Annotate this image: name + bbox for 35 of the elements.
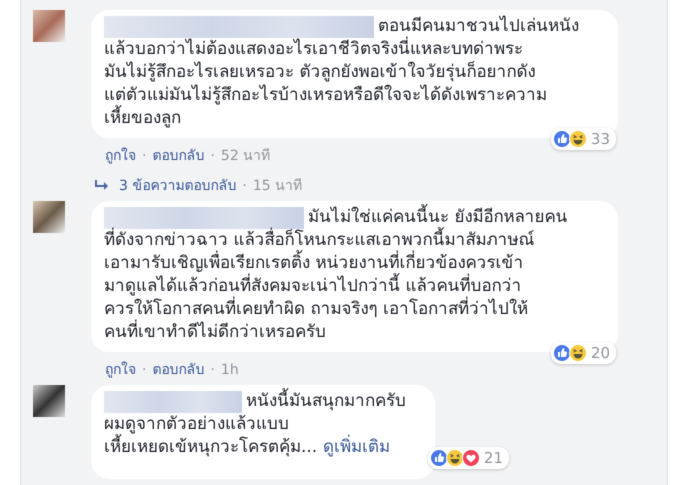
comment-text: หนังนี้มันสนุกมากครับ bbox=[246, 390, 406, 413]
separator-dot: · bbox=[242, 177, 247, 195]
comment-text: มันไม่รู้สึกอะไรเลยเหรอวะ ตัวลูกยังพอเข้าใจวัยรุ่นก็อยากดัง bbox=[104, 61, 536, 84]
laughing-face-icon bbox=[568, 344, 587, 362]
comment-text: เหี้ยเหยดเข้หนุกวะโครตคุ้ม... bbox=[104, 436, 318, 459]
separator-dot: · bbox=[210, 361, 215, 379]
laughing-face-icon bbox=[446, 449, 464, 467]
laughing-face-icon bbox=[568, 130, 587, 148]
comment-text: แล้วบอกว่าไม่ต้องแสดงอะไรเอาชีวิตจริงนี่แหละบทด่าพระ bbox=[104, 38, 523, 61]
thumbs-up-icon bbox=[430, 449, 448, 467]
avatar-placeholder[interactable] bbox=[33, 385, 65, 417]
comment-text: คนที่เขาทำดีไม่ดีกว่าเหรอครับ bbox=[104, 321, 326, 344]
separator-dot: · bbox=[210, 147, 215, 165]
separator-dot: · bbox=[142, 361, 146, 379]
timestamp: 1h bbox=[220, 361, 239, 379]
action-link[interactable]: ตอบกลับ bbox=[152, 147, 204, 165]
view-replies-link[interactable]: 3 ข้อความตอบกลับ bbox=[119, 177, 236, 195]
action-link[interactable]: ตอบกลับ bbox=[152, 361, 204, 379]
comment-text: ควรให้โอกาสคนที่เคยทำผิด ถามจริงๆ เอาโอกาสที่ว่าไปให้ bbox=[104, 298, 528, 321]
separator-dot: · bbox=[142, 147, 146, 165]
avatar-placeholder[interactable] bbox=[33, 201, 65, 233]
timestamp: 15 นาที bbox=[252, 177, 302, 195]
timestamp: 52 นาที bbox=[220, 147, 270, 165]
comment-text: มาดูแลได้แล้วก่อนที่สังคมจะเน่าไปกว่านี้ แล้วคนที่บอกว่า bbox=[104, 275, 522, 298]
comment-text: เหี้ยของลูก bbox=[104, 107, 181, 130]
comment-text: แต่ตัวแม่มันไม่รู้สึกอะไรบ้างเหรอหรือดีใจจะได้ดังเพราะความ bbox=[104, 84, 547, 105]
reply-arrow-icon bbox=[95, 180, 109, 192]
action-link[interactable]: ถูกใจ bbox=[105, 147, 136, 165]
thumbs-up-icon bbox=[552, 344, 571, 362]
see-more-link[interactable]: ดูเพิ่มเติม bbox=[323, 436, 390, 459]
comment-text: ตอนมีคนมาชวนไปเล่นหนัง bbox=[378, 15, 579, 36]
comment-text: ผมดูจากตัวอย่างแล้วแบบ bbox=[104, 413, 289, 434]
avatar-placeholder[interactable] bbox=[33, 10, 65, 42]
thumbs-up-icon bbox=[552, 130, 571, 148]
action-link[interactable]: ถูกใจ bbox=[105, 361, 136, 379]
